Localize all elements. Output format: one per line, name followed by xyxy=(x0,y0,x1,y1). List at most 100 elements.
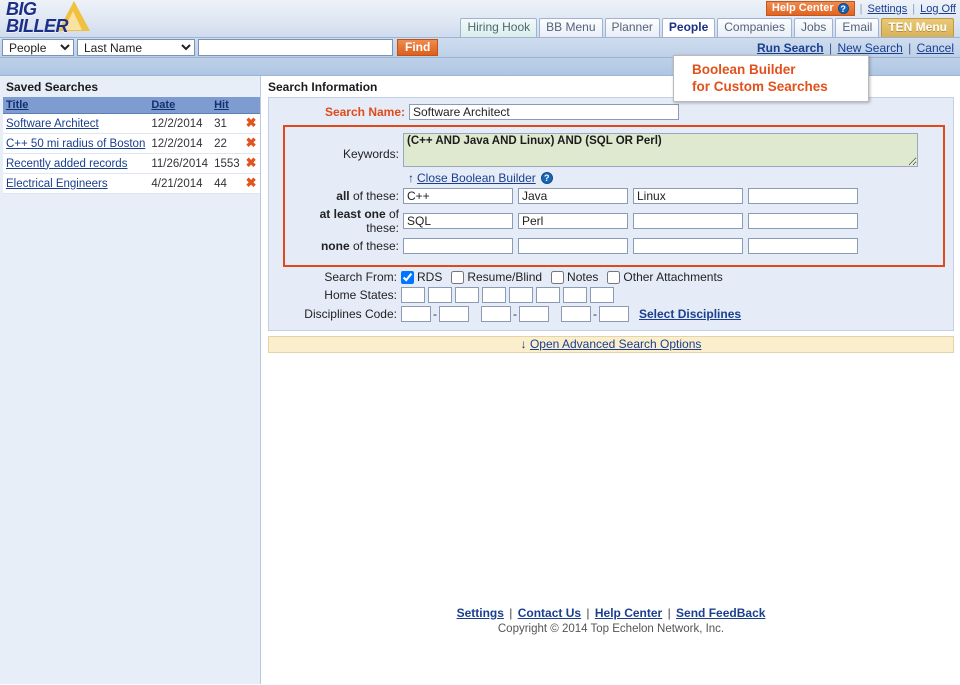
rds-checkbox[interactable] xyxy=(401,270,414,284)
tab-ten-menu[interactable]: TEN Menu xyxy=(881,18,954,37)
at-least-one-input-2[interactable] xyxy=(518,213,628,229)
saved-search-link[interactable]: Recently added records xyxy=(6,158,127,170)
quick-search-module-select[interactable]: People xyxy=(2,39,74,56)
quick-search-input[interactable] xyxy=(198,39,393,56)
home-state-input-4[interactable] xyxy=(482,287,506,303)
discipline-input-3b[interactable] xyxy=(599,306,629,322)
boolean-row-all-label: all of these: xyxy=(285,189,403,203)
tab-hiring-hook[interactable]: Hiring Hook xyxy=(460,18,538,37)
at-least-one-input-4[interactable] xyxy=(748,213,858,229)
find-button[interactable]: Find xyxy=(397,39,439,56)
help-center-button[interactable]: Help Center ? xyxy=(765,1,855,16)
discipline-dash-3: - xyxy=(593,307,597,321)
select-disciplines-link[interactable]: Select Disciplines xyxy=(639,307,741,321)
home-state-input-2[interactable] xyxy=(428,287,452,303)
run-search-link[interactable]: Run Search xyxy=(757,41,824,55)
home-state-input-3[interactable] xyxy=(455,287,479,303)
boolean-all-strong: all xyxy=(336,189,350,203)
tab-companies[interactable]: Companies xyxy=(717,18,792,37)
search-from-option-notes[interactable]: Notes xyxy=(551,270,598,284)
saved-search-link[interactable]: C++ 50 mi radius of Boston xyxy=(6,138,145,150)
tab-jobs[interactable]: Jobs xyxy=(793,18,834,37)
tab-planner[interactable]: Planner xyxy=(604,18,660,37)
home-state-input-8[interactable] xyxy=(590,287,614,303)
delete-icon[interactable]: ✖ xyxy=(246,115,257,130)
none-of-these-input-4[interactable] xyxy=(748,238,858,254)
saved-search-hit-cell: 44 xyxy=(211,173,243,194)
cancel-link[interactable]: Cancel xyxy=(917,41,954,55)
search-from-option-other-attachments[interactable]: Other Attachments xyxy=(607,270,723,284)
home-state-input-7[interactable] xyxy=(563,287,587,303)
question-mark-icon: ? xyxy=(837,3,849,14)
delete-icon[interactable]: ✖ xyxy=(246,155,257,170)
saved-searches-header-row: Title Date Hit xyxy=(3,97,260,114)
home-states-row: Home States: xyxy=(269,287,953,303)
discipline-input-3a[interactable] xyxy=(561,306,591,322)
keywords-textarea[interactable]: (C++ AND Java AND Linux) AND (SQL OR Per… xyxy=(403,133,918,167)
delete-icon[interactable]: ✖ xyxy=(246,135,257,150)
boolean-row-none-label: none of these: xyxy=(285,239,403,253)
none-of-these-input-2[interactable] xyxy=(518,238,628,254)
boolean-row-any-label: at least one of these: xyxy=(285,207,403,235)
close-boolean-builder-link[interactable]: Close Boolean Builder xyxy=(417,171,536,185)
none-of-these-input-3[interactable] xyxy=(633,238,743,254)
notes-checkbox[interactable] xyxy=(551,270,565,284)
discipline-input-1b[interactable] xyxy=(439,306,469,322)
footer-send-feedback-link[interactable]: Send FeedBack xyxy=(676,606,765,620)
table-row: Software Architect 12/2/2014 31 ✖ xyxy=(3,113,260,134)
discipline-dash-2: - xyxy=(513,307,517,321)
discipline-input-1a[interactable] xyxy=(401,306,431,322)
tab-bb-menu[interactable]: BB Menu xyxy=(539,18,603,37)
all-of-these-input-4[interactable] xyxy=(748,188,858,204)
arrow-down-icon: ↓ xyxy=(520,337,527,351)
settings-link[interactable]: Settings xyxy=(868,3,908,15)
brand-logo[interactable]: BIG BILLER xyxy=(6,0,146,35)
all-of-these-input-2[interactable] xyxy=(518,188,628,204)
open-advanced-search-options-link[interactable]: Open Advanced Search Options xyxy=(530,337,701,351)
boolean-any-strong: at least one xyxy=(319,207,386,221)
saved-search-hit-cell: 22 xyxy=(211,133,243,154)
footer-help-center-link[interactable]: Help Center xyxy=(595,606,662,620)
footer-contact-us-link[interactable]: Contact Us xyxy=(518,606,581,620)
quick-search-field-select[interactable]: Last Name xyxy=(77,39,195,56)
delete-icon[interactable]: ✖ xyxy=(246,175,257,190)
home-state-input-1[interactable] xyxy=(401,287,425,303)
column-header-hit[interactable]: Hit xyxy=(211,97,243,114)
at-least-one-input-1[interactable] xyxy=(403,213,513,229)
boolean-all-rest: of these: xyxy=(349,189,399,203)
at-least-one-input-3[interactable] xyxy=(633,213,743,229)
app-root: BIG BILLER Help Center ? | Settings | Lo… xyxy=(0,0,960,685)
column-header-title[interactable]: Title xyxy=(3,97,149,114)
other-attachments-checkbox[interactable] xyxy=(607,270,621,284)
advanced-search-options-bar[interactable]: ↓ Open Advanced Search Options xyxy=(268,336,954,353)
all-of-these-input-1[interactable] xyxy=(403,188,513,204)
tab-email[interactable]: Email xyxy=(835,18,880,37)
saved-search-link[interactable]: Software Architect xyxy=(6,118,99,130)
footer-separator-2: | xyxy=(586,606,590,620)
discipline-input-2b[interactable] xyxy=(519,306,549,322)
footer-separator-3: | xyxy=(667,606,671,620)
discipline-dash-1: - xyxy=(433,307,437,321)
saved-search-title-cell: Electrical Engineers xyxy=(3,173,149,194)
all-of-these-input-3[interactable] xyxy=(633,188,743,204)
help-question-icon[interactable]: ? xyxy=(540,172,553,184)
home-state-input-6[interactable] xyxy=(536,287,560,303)
column-header-date[interactable]: Date xyxy=(148,97,212,114)
resume-blind-checkbox[interactable] xyxy=(451,270,465,284)
home-state-input-5[interactable] xyxy=(509,287,533,303)
new-search-link[interactable]: New Search xyxy=(837,41,902,55)
saved-search-link[interactable]: Electrical Engineers xyxy=(6,178,108,190)
footer-settings-link[interactable]: Settings xyxy=(457,606,504,620)
search-from-option-rds[interactable]: RDS xyxy=(401,270,442,284)
none-of-these-input-1[interactable] xyxy=(403,238,513,254)
saved-search-title-cell: C++ 50 mi radius of Boston xyxy=(3,133,149,154)
table-row: Recently added records 11/26/2014 1553 ✖ xyxy=(3,153,260,174)
saved-searches-table: Title Date Hit Software Architect 12/2/2… xyxy=(3,97,260,194)
search-from-option-resume-blind[interactable]: Resume/Blind xyxy=(451,270,542,284)
utility-separator-1: | xyxy=(859,2,863,15)
discipline-input-2a[interactable] xyxy=(481,306,511,322)
log-off-link[interactable]: Log Off xyxy=(920,3,956,15)
tab-people[interactable]: People xyxy=(661,18,716,37)
search-name-input[interactable] xyxy=(409,104,679,120)
keywords-row: Keywords: (C++ AND Java AND Linux) AND (… xyxy=(285,133,943,167)
